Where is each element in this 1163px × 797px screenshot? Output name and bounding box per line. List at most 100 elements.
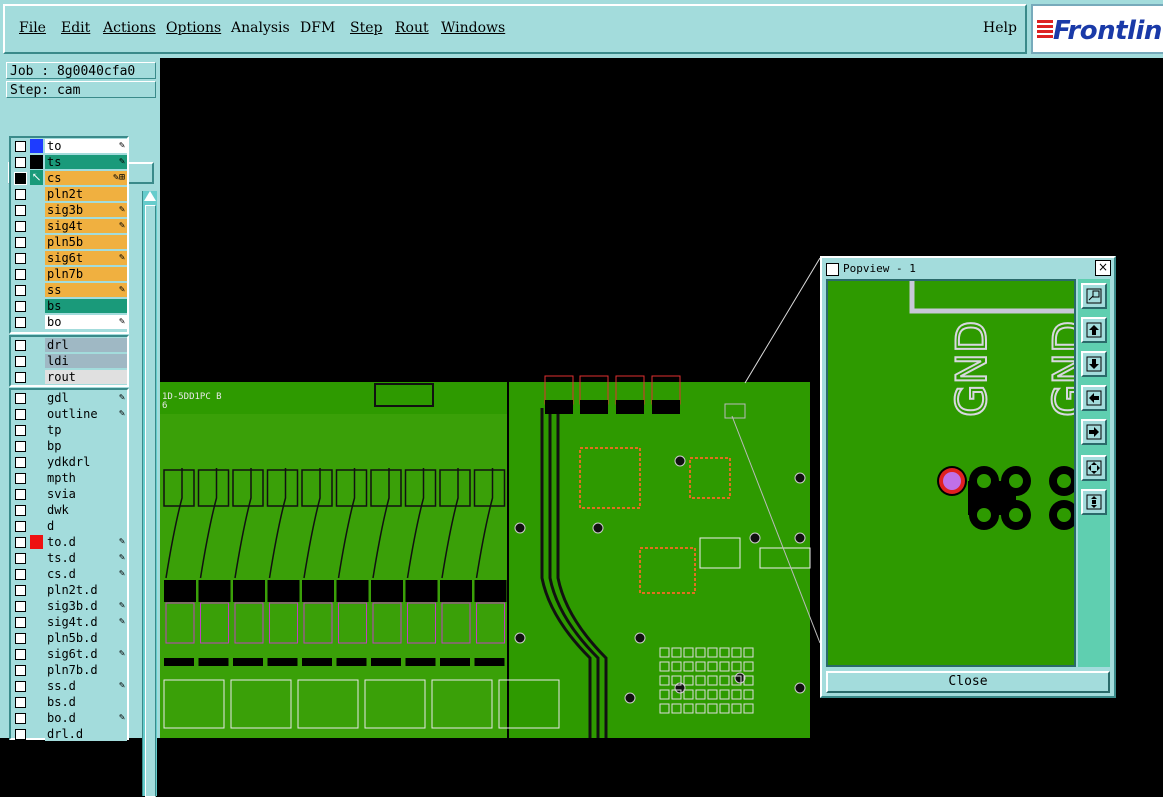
menu-windows[interactable]: Windows: [441, 20, 505, 36]
layer-name[interactable]: sig4t ✎: [45, 219, 127, 233]
layer-name[interactable]: ldi: [45, 354, 127, 368]
layer-row[interactable]: pln5b.d: [11, 630, 127, 646]
layer-row[interactable]: sig6t.d ✎: [11, 646, 127, 662]
layer-row[interactable]: sig6t ✎: [11, 250, 127, 266]
layer-checkbox[interactable]: [14, 172, 27, 185]
layer-color-swatch[interactable]: [30, 615, 43, 629]
layer-row[interactable]: d: [11, 518, 127, 534]
layer-color-swatch[interactable]: [30, 503, 43, 517]
layer-color-swatch[interactable]: [30, 647, 43, 661]
layer-row[interactable]: ts.d ✎: [11, 550, 127, 566]
layer-checkbox[interactable]: [15, 537, 26, 548]
layer-name[interactable]: bp: [45, 439, 127, 453]
scroll-thumb[interactable]: [145, 205, 156, 797]
window-menu-icon[interactable]: [826, 262, 839, 276]
layer-color-swatch[interactable]: [30, 711, 43, 725]
layer-name[interactable]: d: [45, 519, 127, 533]
layer-name[interactable]: outline ✎: [45, 407, 127, 421]
layer-name[interactable]: sig3b ✎: [45, 203, 127, 217]
layer-name[interactable]: cs.d ✎: [45, 567, 127, 581]
layer-name[interactable]: bo ✎: [45, 315, 127, 329]
layer-row[interactable]: pln5b: [11, 234, 127, 250]
layer-name[interactable]: tp: [45, 423, 127, 437]
layer-row[interactable]: ↖ cs ✎⊞: [11, 170, 127, 186]
layer-checkbox[interactable]: [15, 221, 26, 232]
layer-row[interactable]: bs.d: [11, 694, 127, 710]
layer-color-swatch[interactable]: [30, 679, 43, 693]
layer-checkbox[interactable]: [15, 697, 26, 708]
layer-checkbox[interactable]: [15, 317, 26, 328]
layer-name[interactable]: pln2t.d: [45, 583, 127, 597]
layer-name[interactable]: pln5b.d: [45, 631, 127, 645]
layer-name[interactable]: to.d ✎: [45, 535, 127, 549]
layer-color-swatch[interactable]: [30, 283, 43, 297]
layer-color-swatch[interactable]: [30, 219, 43, 233]
layer-color-swatch[interactable]: [30, 299, 43, 313]
layer-checkbox[interactable]: [15, 340, 26, 351]
layer-row[interactable]: bo.d ✎: [11, 710, 127, 726]
layer-name[interactable]: mpth: [45, 471, 127, 485]
layer-row[interactable]: ldi: [11, 353, 127, 369]
popview-titlebar[interactable]: Popview - 1: [826, 261, 1110, 277]
layer-checkbox[interactable]: [15, 585, 26, 596]
layer-checkbox[interactable]: [15, 356, 26, 367]
pan-right-button[interactable]: [1081, 419, 1107, 445]
layer-checkbox[interactable]: [15, 301, 26, 312]
layer-name[interactable]: ss.d ✎: [45, 679, 127, 693]
layer-row[interactable]: to.d ✎: [11, 534, 127, 550]
layer-checkbox[interactable]: [15, 372, 26, 383]
layer-name[interactable]: drl: [45, 338, 127, 352]
layer-checkbox[interactable]: [15, 649, 26, 660]
layer-checkbox[interactable]: [15, 729, 26, 740]
layer-row[interactable]: sig4t ✎: [11, 218, 127, 234]
layer-color-swatch[interactable]: [30, 439, 43, 453]
layer-row[interactable]: rout: [11, 369, 127, 385]
layer-row[interactable]: sig4t.d ✎: [11, 614, 127, 630]
layer-checkbox[interactable]: [15, 681, 26, 692]
zoom-window-button[interactable]: [1081, 489, 1107, 515]
layer-checkbox[interactable]: [15, 205, 26, 216]
layer-color-swatch[interactable]: [30, 631, 43, 645]
layer-name[interactable]: pln7b.d: [45, 663, 127, 677]
layer-row[interactable]: drl.d: [11, 726, 127, 742]
layer-color-swatch[interactable]: [30, 251, 43, 265]
layer-name[interactable]: bs: [45, 299, 127, 313]
layer-checkbox[interactable]: [15, 409, 26, 420]
layer-color-swatch[interactable]: [30, 187, 43, 201]
layer-checkbox[interactable]: [15, 253, 26, 264]
popview-viewport[interactable]: GND GND: [826, 279, 1076, 667]
layer-checkbox[interactable]: [15, 473, 26, 484]
layer-row[interactable]: bo ✎: [11, 314, 127, 330]
layer-checkbox[interactable]: [15, 285, 26, 296]
layer-color-swatch[interactable]: [30, 567, 43, 581]
layer-checkbox[interactable]: [15, 505, 26, 516]
layer-checkbox[interactable]: [15, 157, 26, 168]
layer-row[interactable]: ss.d ✎: [11, 678, 127, 694]
layer-color-swatch[interactable]: [30, 663, 43, 677]
window-close-icon[interactable]: ×: [1095, 260, 1111, 276]
layer-checkbox[interactable]: [15, 489, 26, 500]
layer-row[interactable]: sig3b.d ✎: [11, 598, 127, 614]
layer-name[interactable]: pln7b: [45, 267, 127, 281]
layer-row[interactable]: mpth: [11, 470, 127, 486]
pan-left-button[interactable]: [1081, 385, 1107, 411]
layer-row[interactable]: pln2t: [11, 186, 127, 202]
layer-list-scrollbar[interactable]: [142, 191, 157, 797]
layer-color-swatch[interactable]: [30, 338, 43, 352]
layer-name[interactable]: sig6t ✎: [45, 251, 127, 265]
layer-row[interactable]: gdl ✎: [11, 390, 127, 406]
scroll-up-arrow-icon[interactable]: [144, 191, 156, 201]
layer-color-swatch[interactable]: [30, 203, 43, 217]
layer-name[interactable]: ts.d ✎: [45, 551, 127, 565]
zoom-home-button[interactable]: [1081, 455, 1107, 481]
layer-name[interactable]: drl.d: [45, 727, 127, 741]
layer-row[interactable]: bs: [11, 298, 127, 314]
layer-color-swatch[interactable]: [30, 551, 43, 565]
layer-color-swatch[interactable]: [30, 267, 43, 281]
layer-row[interactable]: ts ✎: [11, 154, 127, 170]
layer-color-swatch[interactable]: [30, 727, 43, 741]
popview-close-button[interactable]: Close: [826, 671, 1110, 693]
layer-name[interactable]: ss ✎: [45, 283, 127, 297]
layer-row[interactable]: dwk: [11, 502, 127, 518]
menu-actions[interactable]: Actions: [103, 20, 156, 36]
